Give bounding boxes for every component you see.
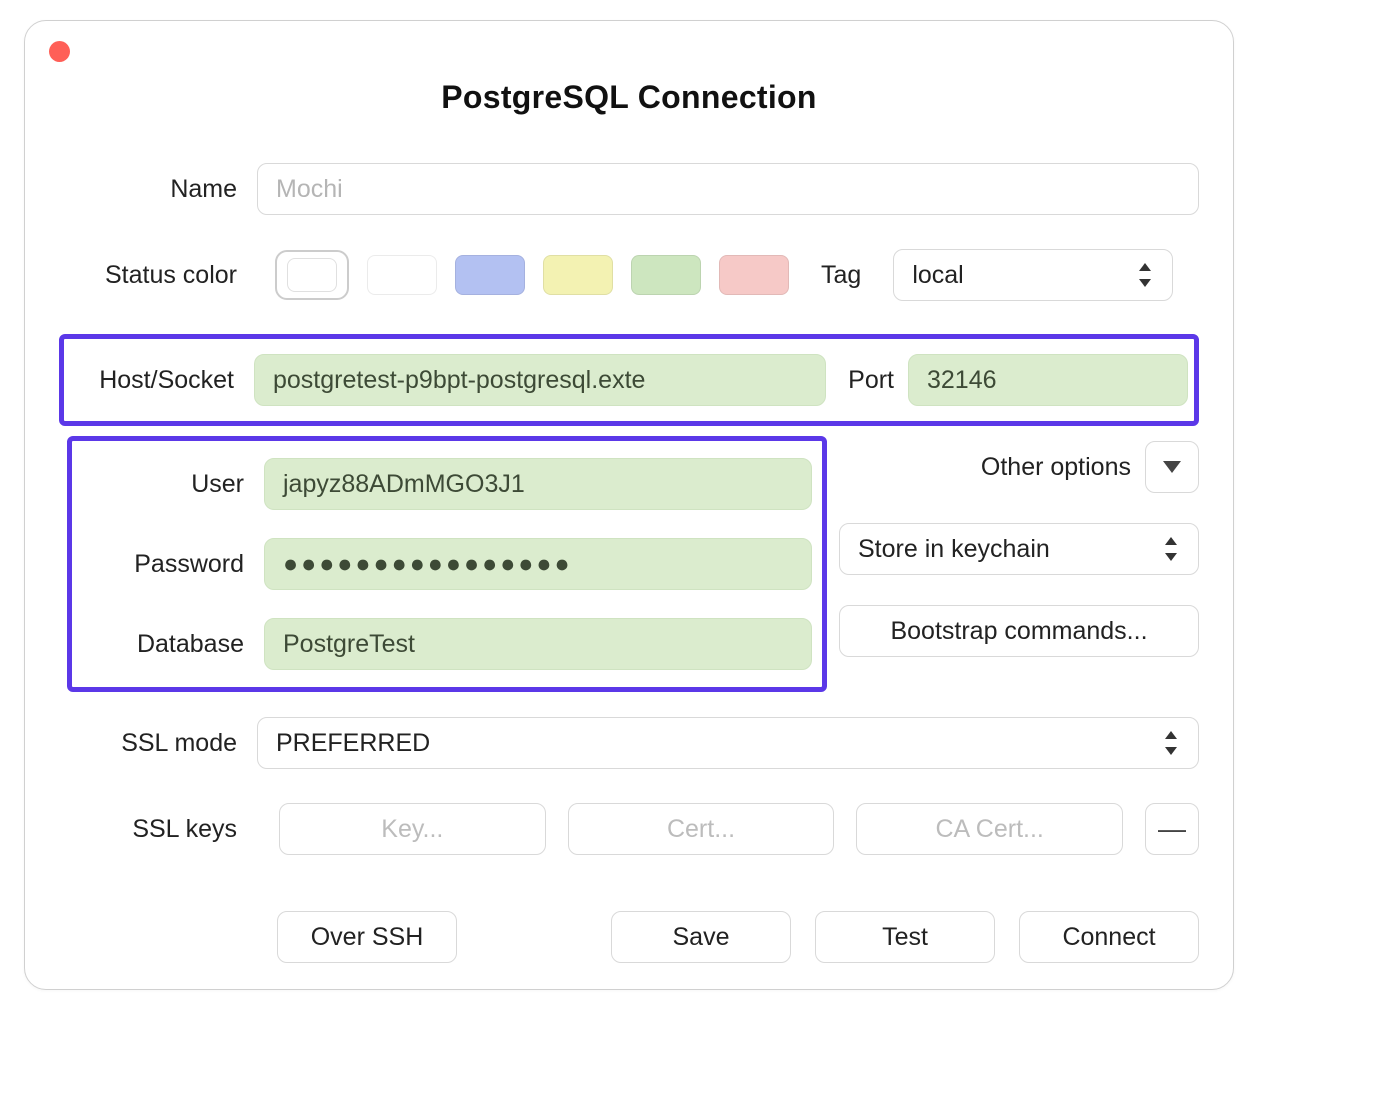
password-store-value: Store in keychain [858, 535, 1050, 564]
ssl-ca-button[interactable]: CA Cert... [856, 803, 1123, 855]
connect-button[interactable]: Connect [1019, 911, 1199, 963]
status-color-label: Status color [59, 261, 257, 290]
ssl-cert-button[interactable]: Cert... [568, 803, 835, 855]
user-label: User [72, 470, 264, 499]
ssl-remove-button[interactable]: — [1145, 803, 1199, 855]
ssl-mode-select[interactable]: PREFERRED [257, 717, 1199, 769]
status-color-white[interactable] [367, 255, 437, 295]
save-button[interactable]: Save [611, 911, 791, 963]
password-input[interactable]: ●●●●●●●●●●●●●●●● [264, 538, 812, 590]
host-input[interactable]: postgretest-p9bpt-postgresql.exte [254, 354, 826, 406]
ssl-key-button[interactable]: Key... [279, 803, 546, 855]
status-color-row: Status color Tag local [25, 248, 1233, 302]
status-color-blue[interactable] [455, 255, 525, 295]
ssl-mode-row: SSL mode PREFERRED [25, 716, 1233, 770]
test-button[interactable]: Test [815, 911, 995, 963]
other-options-row: Other options [839, 441, 1199, 493]
right-options-stack: Other options Store in keychain Bootstra… [839, 441, 1199, 657]
database-input[interactable]: PostgreTest [264, 618, 812, 670]
name-input[interactable]: Mochi [257, 163, 1199, 215]
name-row: Name Mochi [25, 162, 1233, 216]
ssl-mode-value: PREFERRED [276, 729, 430, 758]
over-ssh-button[interactable]: Over SSH [277, 911, 457, 963]
other-options-label: Other options [981, 453, 1131, 482]
updown-icon [1162, 730, 1180, 756]
updown-icon [1162, 536, 1180, 562]
other-options-toggle[interactable] [1145, 441, 1199, 493]
name-label: Name [59, 175, 257, 204]
password-label: Password [72, 550, 264, 579]
database-label: Database [72, 630, 264, 659]
password-store-select[interactable]: Store in keychain [839, 523, 1199, 575]
port-input[interactable]: 32146 [908, 354, 1188, 406]
host-port-highlight: Host/Socket postgretest-p9bpt-postgresql… [59, 334, 1199, 426]
dialog-buttons: Over SSH Save Test Connect [25, 911, 1233, 963]
tag-label: Tag [821, 261, 861, 290]
status-color-green[interactable] [631, 255, 701, 295]
status-color-red[interactable] [719, 255, 789, 295]
bootstrap-commands-button[interactable]: Bootstrap commands... [839, 605, 1199, 657]
status-color-selected[interactable] [275, 250, 349, 300]
chevron-down-icon [1163, 461, 1181, 473]
tag-select[interactable]: local [893, 249, 1173, 301]
updown-icon [1136, 262, 1154, 288]
port-label: Port [848, 366, 894, 395]
connection-dialog: PostgreSQL Connection Name Mochi Status … [24, 20, 1234, 990]
host-label: Host/Socket [64, 366, 254, 395]
minus-icon: — [1158, 813, 1186, 845]
user-input[interactable]: japyz88ADmMGO3J1 [264, 458, 812, 510]
ssl-keys-row: SSL keys Key... Cert... CA Cert... — [25, 802, 1233, 856]
ssl-mode-label: SSL mode [59, 729, 257, 758]
close-window-button[interactable] [49, 41, 70, 62]
dialog-title: PostgreSQL Connection [25, 79, 1233, 116]
status-color-yellow[interactable] [543, 255, 613, 295]
tag-value: local [912, 261, 963, 290]
credentials-highlight: User japyz88ADmMGO3J1 Password ●●●●●●●●●… [67, 436, 827, 692]
ssl-keys-label: SSL keys [59, 815, 257, 844]
